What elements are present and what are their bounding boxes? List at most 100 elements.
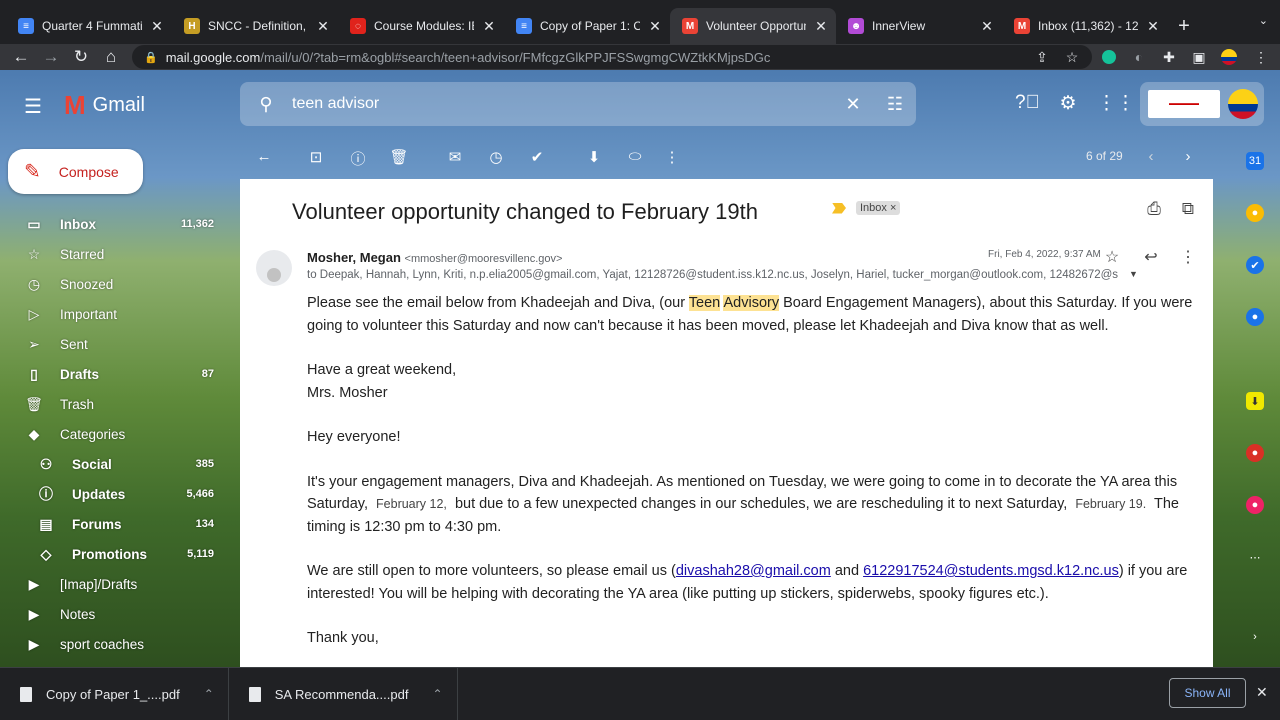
profile-avatar-icon[interactable] [1218, 44, 1240, 70]
email-link[interactable]: 6122917524@students.mgsd.k12.nc.us [863, 563, 1119, 579]
main-menu-icon[interactable]: ☰ [24, 94, 42, 119]
download-item[interactable]: Copy of Paper 1_....pdf ⌃ [0, 667, 229, 720]
snooze-icon[interactable]: ◷ [486, 148, 506, 166]
date-chip[interactable]: February 19. [1071, 497, 1150, 511]
bookmark-star-icon[interactable]: ☆ [1061, 44, 1083, 70]
address-bar[interactable]: 🔒 mail.google.com /mail/u/0/?tab=rm&ogbl… [132, 45, 1092, 69]
sidebar-item-important[interactable]: ▷ Important [0, 299, 224, 329]
browser-tab[interactable]: M Inbox (11,362) - 122 ✕ [1002, 8, 1168, 44]
close-tab-icon[interactable]: ✕ [814, 18, 828, 35]
sidebar-item-starred[interactable]: ☆ Starred [0, 239, 224, 269]
chevron-up-icon[interactable]: ⌃ [204, 687, 214, 701]
search-icon[interactable]: ⚲ [240, 94, 292, 115]
important-marker-icon[interactable] [832, 202, 846, 214]
sidebar-item-social[interactable]: ⚇ Social 385 [0, 449, 224, 479]
back-to-search-icon[interactable]: ← [254, 148, 274, 165]
inbox-label-chip[interactable]: Inbox × [856, 201, 901, 215]
calendar-icon[interactable]: 31 [1246, 152, 1264, 170]
star-icon[interactable]: ☆ [1101, 247, 1123, 267]
sidebar-item-trash[interactable]: 🗑 Trash [0, 389, 224, 419]
open-in-new-window-icon[interactable]: ⧉ [1177, 199, 1199, 219]
contacts-icon[interactable]: ● [1246, 308, 1264, 326]
sidebar-item-label: Forums [72, 516, 122, 532]
apps-grid-icon[interactable]: ⋮⋮ [1097, 92, 1135, 115]
sidebar-item-updates[interactable]: ⓘ Updates 5,466 [0, 479, 224, 509]
recipients-line[interactable]: to Deepak, Hannah, Lynn, Kriti, n.p.elia… [307, 269, 1135, 281]
forward-icon[interactable]: → [36, 47, 66, 67]
grammarly-icon[interactable] [1098, 44, 1120, 70]
reload-icon[interactable]: ↻ [66, 47, 96, 67]
pdf-file-icon [248, 686, 261, 702]
search-bar[interactable]: ⚲ teen advisor ✕ ☷ [240, 82, 916, 126]
archive-icon[interactable]: ⊡ [306, 148, 326, 166]
label-icon[interactable]: ⬭ [625, 148, 645, 165]
report-spam-icon[interactable]: ⓘ [348, 148, 368, 169]
compose-button[interactable]: ✎ Compose [8, 149, 143, 194]
close-downloads-icon[interactable]: ✕ [1256, 684, 1268, 701]
sidebar-item-notes[interactable]: ▶ Notes [0, 599, 224, 629]
browser-tab[interactable]: ◌ Course Modules: IB ✕ [338, 8, 504, 44]
sidebar-item-snoozed[interactable]: ◷ Snoozed [0, 269, 224, 299]
older-icon[interactable]: › [1178, 148, 1198, 165]
close-tab-icon[interactable]: ✕ [648, 18, 662, 35]
gmail-logo[interactable]: M Gmail [64, 90, 145, 121]
recipients-expand-icon[interactable]: ▼ [1129, 269, 1138, 279]
sidebar-item-categories[interactable]: ◆ Categories [0, 419, 224, 449]
sidebar-item-drafts[interactable]: ▯ Drafts 87 [0, 359, 224, 389]
sidebar-item-sport-coaches[interactable]: ▶ sport coaches [0, 629, 224, 659]
help-icon[interactable]: ?⃝ [1015, 92, 1040, 114]
browser-menu-icon[interactable]: ⋮ [1250, 44, 1272, 70]
sidebar-item-sent[interactable]: ➢ Sent [0, 329, 224, 359]
download-addon-icon[interactable]: ⬇ [1246, 392, 1264, 410]
close-tab-icon[interactable]: ✕ [482, 18, 496, 35]
close-tab-icon[interactable]: ✕ [150, 18, 164, 35]
chevron-up-icon[interactable]: ⌃ [432, 687, 442, 701]
browser-tab[interactable]: ☻ InnerView ✕ [836, 8, 1002, 44]
search-input[interactable]: teen advisor [292, 95, 832, 113]
addon-icon[interactable]: ● [1246, 496, 1264, 514]
tab-search-icon[interactable]: ⌄ [1259, 14, 1268, 27]
download-item[interactable]: SA Recommenda....pdf ⌃ [229, 667, 458, 720]
extension-icon[interactable]: ◐ [1128, 44, 1150, 70]
sidebar-item-promotions[interactable]: ◇ Promotions 5,119 [0, 539, 224, 569]
more-addons-icon[interactable]: ⋯ [1246, 548, 1264, 566]
settings-gear-icon[interactable]: ⚙ [1056, 92, 1080, 115]
keep-icon[interactable]: ● [1246, 204, 1264, 222]
puzzle-icon[interactable]: ✚ [1158, 44, 1180, 70]
reply-icon[interactable]: ↩ [1140, 247, 1162, 267]
addon-icon[interactable]: ● [1246, 444, 1264, 462]
show-all-downloads-button[interactable]: Show All [1169, 678, 1246, 708]
email-link[interactable]: divashah28@gmail.com [676, 563, 831, 579]
clear-search-icon[interactable]: ✕ [832, 94, 874, 115]
browser-tab[interactable]: H SNCC - Definition, C ✕ [172, 8, 338, 44]
home-icon[interactable]: ⌂ [96, 47, 126, 67]
close-tab-icon[interactable]: ✕ [316, 18, 330, 35]
sidebar-item-inbox[interactable]: ▭ Inbox 11,362 [0, 209, 224, 239]
search-options-icon[interactable]: ☷ [874, 94, 916, 115]
add-task-icon[interactable]: ✔ [527, 148, 547, 166]
mark-unread-icon[interactable]: ✉ [445, 148, 465, 166]
sidepanel-icon[interactable]: ▣ [1188, 44, 1210, 70]
close-tab-icon[interactable]: ✕ [980, 18, 994, 35]
browser-tab[interactable]: M Volunteer Opportun ✕ [670, 8, 836, 44]
expand-panel-icon[interactable]: › [1246, 628, 1264, 646]
newer-icon[interactable]: ‹ [1141, 148, 1161, 165]
print-icon[interactable]: ⎙ [1143, 199, 1165, 219]
delete-icon[interactable]: 🗑 [389, 148, 409, 166]
share-icon[interactable]: ⇪ [1031, 44, 1053, 70]
browser-tab[interactable]: ≡ Copy of Paper 1: Or ✕ [504, 8, 670, 44]
new-tab-icon[interactable]: + [1168, 8, 1200, 44]
date-chip[interactable]: February 12, [372, 497, 451, 511]
sidebar-item-imap-drafts[interactable]: ▶ [Imap]/Drafts [0, 569, 224, 599]
move-to-icon[interactable]: ⬇ [584, 148, 604, 166]
sidebar-item-forums[interactable]: ▤ Forums 134 [0, 509, 224, 539]
back-icon[interactable]: ← [6, 47, 36, 67]
close-tab-icon[interactable]: ✕ [1146, 18, 1160, 35]
more-options-icon[interactable]: ⋮ [662, 148, 682, 166]
more-actions-icon[interactable]: ⋮ [1177, 247, 1199, 267]
tasks-icon[interactable]: ✔ [1246, 256, 1264, 274]
account-avatar[interactable] [1228, 89, 1258, 119]
account-area[interactable]: ▬▬▬▬▬ [1140, 82, 1264, 126]
browser-tab[interactable]: ≡ Quarter 4 Fummativ ✕ [6, 8, 172, 44]
sender-avatar [256, 250, 292, 286]
